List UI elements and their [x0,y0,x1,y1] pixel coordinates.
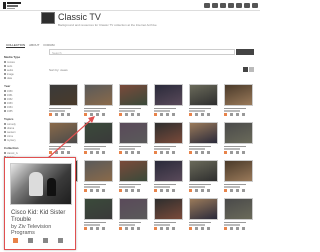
views-icon [28,238,33,243]
item-byline: by Ziv Television Programs [11,224,52,236]
item-title[interactable]: Cisco Kid: Kid Sister Trouble [11,210,75,224]
figure-left [29,172,43,196]
item-stats [13,238,63,243]
zoomed-item-callout[interactable]: Cisco Kid: Kid Sister Trouble by Ziv Tel… [4,157,76,250]
mediatype-icon [13,238,18,243]
reviews-icon [58,238,63,243]
figure-right [47,178,56,196]
favorites-icon [43,238,48,243]
